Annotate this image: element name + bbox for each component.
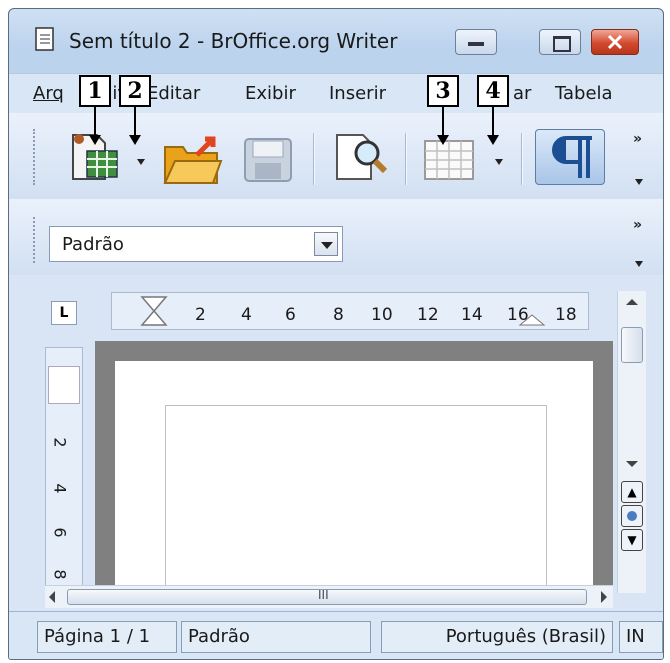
chevron-down-icon[interactable] [314, 232, 338, 256]
ruler-number: 10 [371, 305, 393, 325]
callout-1: 1 [79, 75, 111, 107]
scroll-up-icon[interactable] [626, 299, 638, 305]
status-page-style[interactable]: Padrão [181, 621, 371, 653]
menu-editar[interactable]: Editar [147, 83, 200, 104]
scroll-down-icon[interactable] [626, 461, 638, 467]
close-button[interactable] [591, 29, 639, 55]
ruler-number: 4 [50, 483, 70, 494]
toolbar-overflow-button[interactable]: » [633, 131, 642, 147]
maximize-icon [553, 36, 571, 52]
minimize-icon [468, 42, 484, 46]
insert-table-dropdown-icon[interactable] [495, 159, 503, 165]
toolbar-separator [313, 133, 315, 185]
app-window: Sem título 2 - BrOffice.org Writer Arq u… [8, 8, 664, 660]
ruler-number: 2 [50, 437, 70, 448]
menu-arquivo[interactable]: Arq [33, 83, 64, 104]
ruler-number: 6 [50, 527, 70, 538]
callout-4-line [492, 107, 494, 137]
ruler-number: 8 [333, 305, 344, 325]
ruler-number: 14 [461, 305, 483, 325]
menu-inserir[interactable]: Inserir [329, 83, 386, 104]
ruler-number: 16 [507, 305, 529, 325]
ruler-number: 8 [50, 569, 70, 580]
callout-4: 4 [477, 75, 509, 107]
maximize-button[interactable] [539, 29, 581, 55]
menu-exibir[interactable]: Exibir [245, 83, 296, 104]
status-page[interactable]: Página 1 / 1 [37, 621, 177, 653]
callout-3-line [442, 107, 444, 137]
vertical-scroll-thumb[interactable] [621, 327, 643, 363]
toolbar-grip[interactable] [33, 217, 38, 263]
close-icon [607, 34, 623, 50]
minimize-button[interactable] [455, 29, 497, 55]
vertical-ruler[interactable] [45, 347, 83, 589]
insert-table-icon[interactable] [423, 139, 477, 183]
toolbar-separator [521, 133, 523, 185]
callout-2: 2 [119, 75, 151, 107]
vertical-scrollbar[interactable]: ▲ ▼ [617, 291, 646, 593]
menu-formatar[interactable]: ar [513, 83, 531, 104]
horizontal-scrollbar[interactable]: III [45, 585, 613, 608]
new-document-dropdown-icon[interactable] [137, 159, 145, 165]
title-bar[interactable]: Sem título 2 - BrOffice.org Writer [9, 9, 663, 65]
menu-tabela[interactable]: Tabela [555, 83, 613, 104]
tab-stop-selector[interactable]: L [51, 301, 77, 325]
scroll-right-icon[interactable] [601, 591, 607, 603]
print-preview-icon[interactable] [327, 131, 391, 185]
toolbar-grip[interactable] [33, 129, 38, 185]
callout-2-arrow [129, 135, 141, 145]
window-title: Sem título 2 - BrOffice.org Writer [69, 29, 398, 53]
ruler-number: 18 [555, 305, 577, 325]
formatting-marks-button[interactable] [535, 129, 605, 185]
callout-2-line [134, 107, 136, 137]
paragraph-style-value: Padrão [62, 234, 124, 255]
next-page-icon[interactable]: ▼ [621, 529, 643, 551]
status-insert-mode[interactable]: IN [619, 621, 663, 653]
ruler-number: 6 [285, 305, 296, 325]
callout-3-arrow [437, 135, 449, 145]
format-toolbar-options-icon[interactable] [635, 261, 643, 267]
toolbar-options-icon[interactable] [635, 179, 643, 185]
format-toolbar-overflow-button[interactable]: » [633, 217, 642, 233]
callout-4-arrow [487, 135, 499, 145]
callout-1-line [94, 107, 96, 137]
ruler-number: 4 [241, 305, 252, 325]
writer-document-icon [35, 27, 54, 51]
ruler-number: 12 [417, 305, 439, 325]
open-folder-icon[interactable] [161, 133, 225, 187]
callout-3: 3 [427, 75, 459, 107]
text-boundary[interactable] [165, 405, 547, 591]
horizontal-scroll-thumb[interactable]: III [67, 588, 587, 605]
scroll-thumb-grip: III [318, 588, 329, 602]
vertical-ruler-margin [48, 366, 80, 404]
scroll-left-icon[interactable] [49, 591, 55, 603]
navigator-icon[interactable] [621, 505, 643, 527]
previous-page-icon[interactable]: ▲ [621, 481, 643, 503]
formatting-marks-icon [552, 136, 592, 178]
paragraph-style-combo[interactable]: Padrão [49, 226, 343, 262]
toolbar-separator [405, 133, 407, 185]
save-icon[interactable] [241, 135, 297, 185]
callout-1-arrow [89, 135, 101, 145]
status-language[interactable]: Português (Brasil) [381, 621, 613, 653]
ruler-number: 2 [195, 305, 206, 325]
